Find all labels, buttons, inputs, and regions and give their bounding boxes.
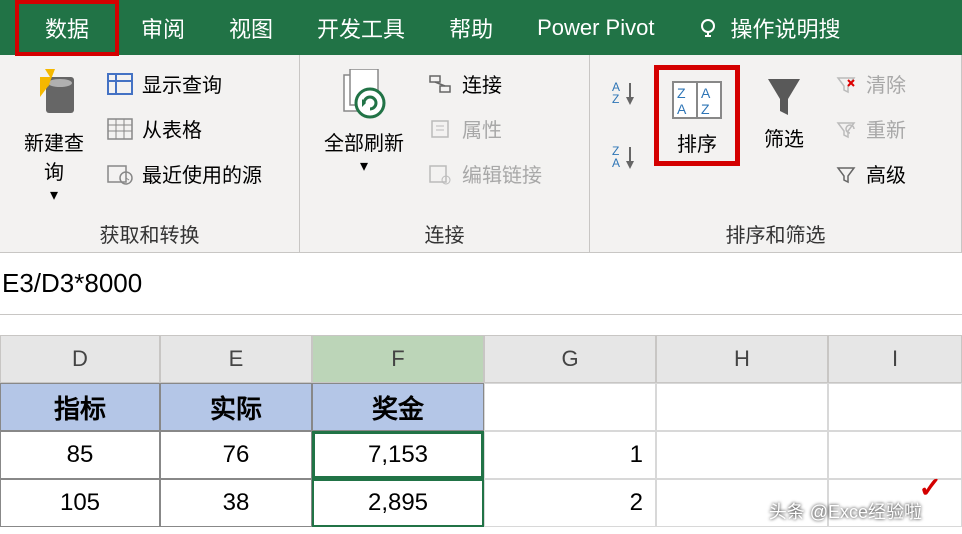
tab-help[interactable]: 帮助 xyxy=(427,2,515,54)
connections-button[interactable]: 连接 xyxy=(420,65,548,102)
link-icon xyxy=(426,72,454,96)
clear-label: 清除 xyxy=(866,69,906,98)
table-row: 指标 实际 奖金 xyxy=(0,383,962,431)
advanced-label: 高级 xyxy=(866,159,906,188)
svg-text:A: A xyxy=(612,156,620,170)
new-query-button[interactable]: 新建查 询 ▾ xyxy=(14,65,94,209)
col-header-E[interactable]: E xyxy=(160,335,312,383)
refresh-all-button[interactable]: 全部刷新 ▾ xyxy=(314,65,414,180)
cell-header-E[interactable]: 实际 xyxy=(160,383,312,431)
chevron-down-icon: ▾ xyxy=(360,156,368,176)
tab-view[interactable]: 视图 xyxy=(207,2,295,54)
group-sort-filter-label: 排序和筛选 xyxy=(604,215,947,248)
from-table-button[interactable]: 从表格 xyxy=(100,110,268,147)
ribbon-tabs: 数据 审阅 视图 开发工具 帮助 Power Pivot 操作说明搜 xyxy=(0,0,962,55)
reapply-button[interactable]: 重新 xyxy=(828,110,912,147)
tell-me[interactable]: 操作说明搜 xyxy=(696,12,840,44)
sort-icon: ZAAZ xyxy=(669,74,725,126)
recent-sources-button[interactable]: 最近使用的源 xyxy=(100,155,268,192)
cell[interactable]: 76 xyxy=(160,431,312,479)
group-sort-filter: AZ ZA ZAAZ 排序 筛选 清 xyxy=(590,55,962,252)
edit-links-icon xyxy=(426,162,454,186)
svg-text:A: A xyxy=(701,85,711,101)
watermark-text: 头条 @Exce经验啦 xyxy=(769,498,922,524)
refresh-icon xyxy=(336,69,392,125)
tab-powerpivot[interactable]: Power Pivot xyxy=(515,5,676,51)
group-connections: 全部刷新 ▾ 连接 属性 编辑链接 连接 xyxy=(300,55,590,252)
cell-header-F[interactable]: 奖金 xyxy=(312,383,484,431)
advanced-button[interactable]: 高级 xyxy=(828,155,912,192)
col-header-F[interactable]: F xyxy=(312,335,484,383)
cell[interactable] xyxy=(484,383,656,431)
cell[interactable]: 85 xyxy=(0,431,160,479)
cell[interactable]: 105 xyxy=(0,479,160,527)
properties-button[interactable]: 属性 xyxy=(420,110,548,147)
table-row: 85 76 7,153 1 xyxy=(0,431,962,479)
group-get-transform: 新建查 询 ▾ 显示查询 从表格 最近使用的源 获取和转换 xyxy=(0,55,300,252)
group-connections-label: 连接 xyxy=(314,215,575,248)
sort-button[interactable]: ZAAZ 排序 xyxy=(654,65,740,166)
cell[interactable]: 38 xyxy=(160,479,312,527)
col-header-I[interactable]: I xyxy=(828,335,962,383)
refresh-all-label: 全部刷新 xyxy=(324,127,404,156)
cell[interactable]: 1 xyxy=(484,431,656,479)
properties-label: 属性 xyxy=(462,114,502,143)
formula-text: E3/D3*8000 xyxy=(0,268,142,299)
tell-me-label: 操作说明搜 xyxy=(730,12,840,44)
group-get-transform-label: 获取和转换 xyxy=(14,215,285,248)
reapply-label: 重新 xyxy=(866,114,906,143)
col-header-H[interactable]: H xyxy=(656,335,828,383)
show-queries-label: 显示查询 xyxy=(142,69,222,98)
sort-label: 排序 xyxy=(677,128,717,157)
clear-icon xyxy=(834,74,858,94)
ribbon-body: 新建查 询 ▾ 显示查询 从表格 最近使用的源 获取和转换 xyxy=(0,55,962,253)
bulb-icon xyxy=(696,16,720,40)
filter-icon xyxy=(760,69,808,121)
chevron-down-icon: ▾ xyxy=(50,185,58,205)
sort-desc-button[interactable]: ZA xyxy=(604,139,648,175)
edit-links-label: 编辑链接 xyxy=(462,159,542,188)
col-header-G[interactable]: G xyxy=(484,335,656,383)
show-queries-button[interactable]: 显示查询 xyxy=(100,65,268,102)
new-query-label: 新建查 询 xyxy=(24,127,84,185)
col-header-D[interactable]: D xyxy=(0,335,160,383)
cell-header-D[interactable]: 指标 xyxy=(0,383,160,431)
clear-button[interactable]: 清除 xyxy=(828,65,912,102)
recent-icon xyxy=(106,162,134,186)
sort-desc-icon: ZA xyxy=(610,143,642,171)
new-query-icon xyxy=(30,69,78,125)
advanced-icon xyxy=(834,164,858,184)
grid-icon xyxy=(106,117,134,141)
cell[interactable]: 2,895 xyxy=(312,479,484,527)
cell[interactable]: 2 xyxy=(484,479,656,527)
svg-text:Z: Z xyxy=(701,101,710,117)
cell[interactable] xyxy=(656,383,828,431)
filter-label: 筛选 xyxy=(764,123,804,152)
connections-label: 连接 xyxy=(462,69,502,98)
svg-text:A: A xyxy=(677,101,687,117)
svg-text:Z: Z xyxy=(677,85,686,101)
cell[interactable] xyxy=(656,431,828,479)
tab-developer[interactable]: 开发工具 xyxy=(295,2,427,54)
tab-data[interactable]: 数据 xyxy=(15,0,119,56)
formula-bar[interactable]: E3/D3*8000 xyxy=(0,253,962,315)
properties-icon xyxy=(426,117,454,141)
cell-active[interactable]: 7,153 xyxy=(312,431,484,479)
recent-sources-label: 最近使用的源 xyxy=(142,159,262,188)
sort-asc-button[interactable]: AZ xyxy=(604,75,648,111)
svg-text:Z: Z xyxy=(612,92,619,106)
edit-links-button[interactable]: 编辑链接 xyxy=(420,155,548,192)
filter-button[interactable]: 筛选 xyxy=(750,65,818,156)
column-headers: D E F G H I xyxy=(0,335,962,383)
table-icon xyxy=(106,72,134,96)
reapply-icon xyxy=(834,119,858,139)
cell[interactable] xyxy=(828,383,962,431)
sort-asc-icon: AZ xyxy=(610,79,642,107)
tab-review[interactable]: 审阅 xyxy=(119,2,207,54)
from-table-label: 从表格 xyxy=(142,114,202,143)
checkmark-icon: ✓ xyxy=(919,471,942,504)
